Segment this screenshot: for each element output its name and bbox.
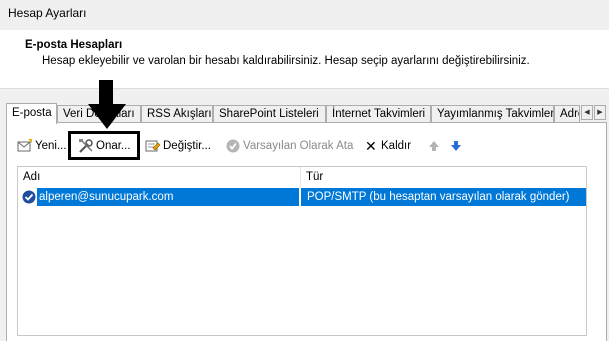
column-header-name[interactable]: Adı [18,167,300,187]
close-x-icon: ✕ [365,138,377,154]
window-title: Hesap Ayarları [8,6,87,20]
column-header-type[interactable]: Tür [301,167,586,187]
move-up-button[interactable] [426,138,444,154]
repair-button-label: Onar... [96,140,131,152]
tab-scroll-right-button[interactable]: ▶ [594,105,606,120]
down-arrow-annotation-icon [88,80,126,129]
account-list: Adı Tür alperen@sunucupark.com POP/SMTP … [17,166,587,336]
header-description: Hesap ekleyebilir ve varolan bir hesabı … [42,55,530,67]
tab-email[interactable]: E-posta [6,103,57,124]
tab-internet-calendars[interactable]: İnternet Takvimleri [326,105,431,123]
tab-scroll-left-button[interactable]: ◀ [581,105,593,120]
change-button-label: Değiştir... [163,140,211,152]
tab-rss-feeds[interactable]: RSS Akışları [141,105,213,123]
arrow-up-icon [429,141,439,151]
new-email-account-icon [17,139,32,152]
remove-button-label: Kaldır [381,140,412,152]
change-button[interactable]: Değiştir... [145,138,211,154]
tab-sharepoint-lists[interactable]: SharePoint Listeleri [213,105,326,123]
move-down-button[interactable] [448,138,466,154]
set-default-button[interactable]: Varsayılan Olarak Ata [225,138,353,154]
table-row[interactable]: alperen@sunucupark.com POP/SMTP (bu hesa… [21,188,586,206]
account-type-cell: POP/SMTP (bu hesaptan varsayılan olarak … [301,188,586,206]
repair-button[interactable]: Onar... [78,138,131,154]
change-account-icon [145,140,161,152]
header-title: E-posta Hesapları [25,39,123,51]
tab-published-calendars[interactable]: Yayımlanmış Takvimler [431,105,554,123]
account-name-cell: alperen@sunucupark.com [37,188,299,206]
tab-address-books[interactable]: Adres Defterleri [554,105,580,123]
remove-button[interactable]: ✕ Kaldır [365,138,411,154]
default-account-check-icon [22,190,36,204]
set-default-button-label: Varsayılan Olarak Ata [243,140,354,152]
wrench-tools-icon [79,139,93,153]
new-button-label: Yeni... [35,140,67,152]
checkmark-circle-icon [226,139,240,153]
arrow-down-icon [451,141,461,151]
new-button[interactable]: Yeni... [17,138,67,154]
